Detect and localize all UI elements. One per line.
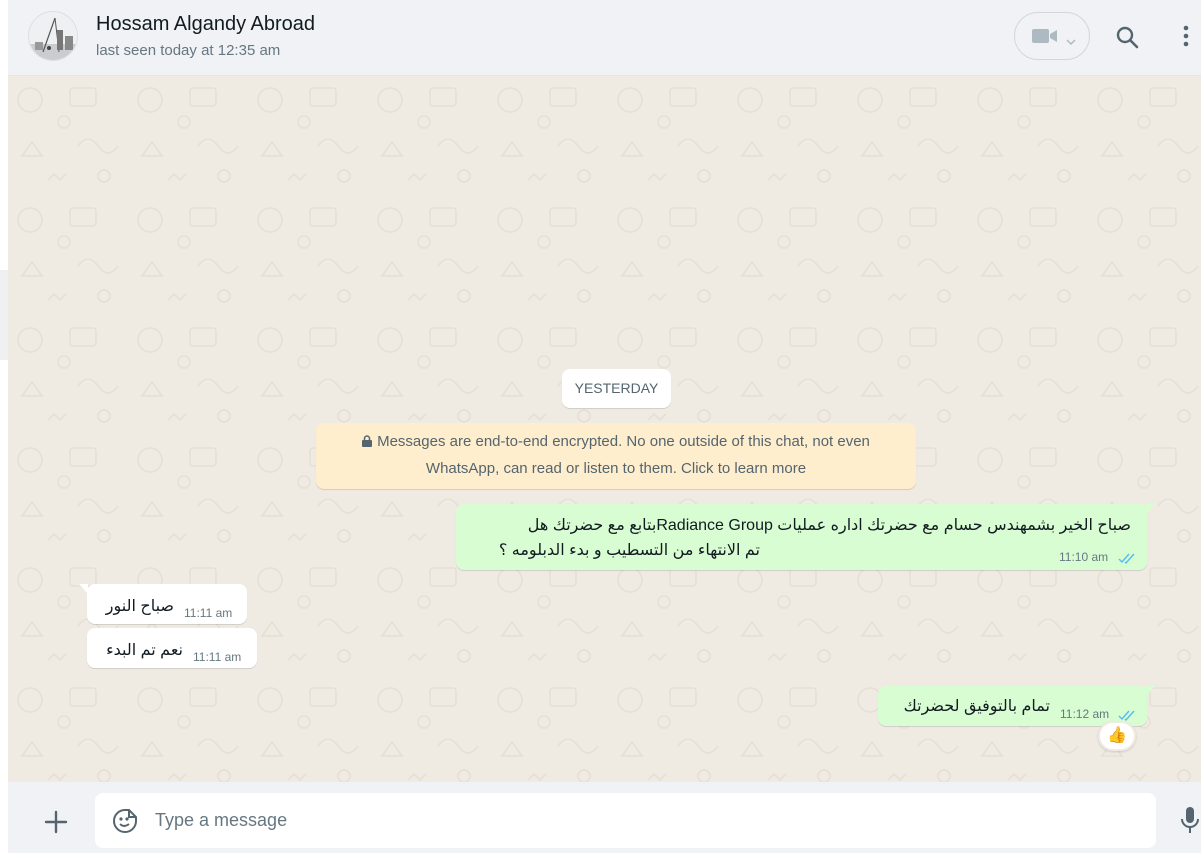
message-outgoing[interactable]: تمام بالتوفيق لحضرتك 11:12 am bbox=[878, 686, 1155, 726]
message-text: صباح النور bbox=[105, 598, 174, 615]
chat-header[interactable]: Hossam Algandy Abroad last seen today at… bbox=[8, 0, 1201, 76]
emoji-icon[interactable] bbox=[112, 808, 138, 839]
left-panel-edge bbox=[0, 0, 8, 853]
bubble-tail bbox=[1146, 686, 1155, 696]
message-incoming[interactable]: نعم تم البدء 11:11 am bbox=[87, 628, 257, 668]
bubble-tail bbox=[1146, 504, 1155, 514]
video-call-icon bbox=[1032, 27, 1058, 50]
date-divider: YESTERDAY bbox=[562, 369, 671, 408]
menu-icon[interactable] bbox=[1183, 24, 1189, 53]
left-panel-highlight bbox=[0, 270, 8, 360]
message-text-line1: صباح الخير بشمهندس حسام مع حضرتك اداره ع… bbox=[527, 517, 1131, 534]
avatar[interactable] bbox=[28, 11, 78, 61]
contact-name[interactable]: Hossam Algandy Abroad bbox=[96, 13, 315, 36]
last-seen-status: last seen today at 12:35 am bbox=[96, 42, 281, 59]
message-time: 11:11 am bbox=[184, 606, 233, 620]
message-input[interactable] bbox=[155, 803, 1135, 837]
conversation-panel[interactable]: YESTERDAY Messages are end-to-end encryp… bbox=[8, 76, 1201, 782]
reaction-badge[interactable]: 👍 bbox=[1098, 721, 1136, 751]
message-input-box[interactable] bbox=[95, 793, 1156, 848]
message-incoming[interactable]: صباح النور 11:11 am bbox=[79, 584, 247, 624]
message-time: 11:11 am bbox=[193, 650, 242, 664]
search-icon[interactable] bbox=[1115, 25, 1139, 54]
message-time: 11:10 am bbox=[1059, 550, 1109, 564]
double-check-icon bbox=[1118, 551, 1136, 569]
encryption-notice-line2: WhatsApp, can read or listen to them. Cl… bbox=[425, 460, 807, 477]
message-time: 11:12 am bbox=[1060, 707, 1110, 721]
chevron-down-icon bbox=[1066, 33, 1076, 51]
bubble-tail bbox=[79, 584, 88, 594]
message-text: تمام بالتوفيق لحضرتك bbox=[903, 698, 1050, 715]
encryption-notice-line1: Messages are end-to-end encrypted. No on… bbox=[377, 433, 870, 450]
plus-icon[interactable] bbox=[44, 810, 68, 839]
message-outgoing[interactable]: صباح الخير بشمهندس حسام مع حضرتك اداره ع… bbox=[456, 504, 1155, 570]
lock-icon bbox=[362, 430, 373, 456]
message-text: نعم تم البدء bbox=[106, 642, 183, 659]
encryption-notice[interactable]: Messages are end-to-end encrypted. No on… bbox=[316, 423, 916, 489]
mic-icon[interactable] bbox=[1180, 806, 1200, 839]
composer-bar bbox=[8, 782, 1201, 853]
message-text-line2: تم الانتهاء من التسطيب و بدء الدبلومه ؟ bbox=[498, 542, 760, 559]
video-call-button[interactable] bbox=[1014, 12, 1090, 60]
